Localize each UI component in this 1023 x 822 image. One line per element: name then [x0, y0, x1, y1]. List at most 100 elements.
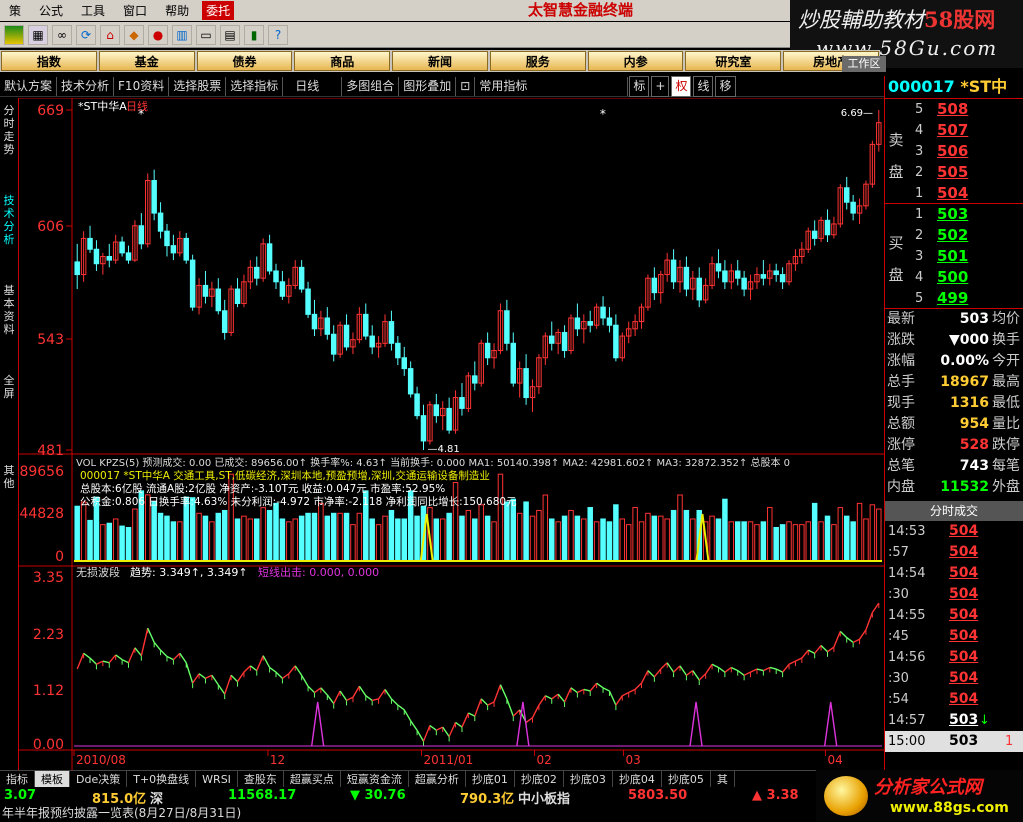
tech-analysis-button[interactable]: 技术分析 [57, 76, 115, 96]
overlay-button[interactable]: 图形叠加 [399, 76, 457, 96]
menu-item-help[interactable]: 帮助 [156, 2, 198, 19]
indicator-tab[interactable]: 指标 [0, 771, 35, 787]
help-icon[interactable]: ? [268, 24, 288, 45]
candle-body [651, 277, 658, 294]
indicator-tab[interactable]: T+0换盘线 [127, 771, 197, 787]
refresh-icon[interactable]: ⟳ [76, 24, 96, 45]
volume-bar [164, 515, 170, 562]
indicator-tab[interactable]: 短赢资金流 [341, 771, 409, 787]
chart-icon[interactable]: ▤ [220, 24, 240, 45]
move-button[interactable]: 移 [715, 75, 736, 97]
bars-icon[interactable]: ▮ [244, 24, 264, 45]
period-select[interactable]: 日线 [283, 76, 343, 96]
sell-level-2[interactable]: 2 505 [915, 162, 1015, 183]
trend-segment [551, 693, 559, 700]
indicator-tab[interactable]: 超赢分析 [409, 771, 466, 787]
volume-bar [119, 525, 125, 562]
volume-bar [311, 512, 318, 562]
ind-label: 3.35 [33, 570, 64, 586]
plus-button[interactable]: + [651, 75, 670, 97]
trend-segment [179, 652, 187, 664]
tick-row[interactable]: :30 504 [885, 584, 1023, 605]
volume-bar [619, 518, 626, 562]
volume-bar [715, 518, 722, 562]
nav-service[interactable]: 服务 [489, 51, 586, 71]
buy-level-3[interactable]: 3 501 [915, 246, 1015, 267]
indicator-tab[interactable]: 查股东 [238, 771, 284, 787]
sell-level-5[interactable]: 5 508 [915, 99, 1015, 120]
indicator-tab[interactable]: 抄底05 [662, 771, 711, 787]
tick-row[interactable]: :30 504 [885, 668, 1023, 689]
select-indicator-button[interactable]: 选择指标 [226, 76, 284, 96]
diamond-icon[interactable]: ◆ [124, 24, 144, 45]
menu-item-formula[interactable]: 公式 [30, 2, 72, 19]
nav-fund[interactable]: 基金 [98, 51, 195, 71]
indicator-tab[interactable]: 抄底02 [515, 771, 564, 787]
rights-button[interactable]: 权 [671, 75, 692, 97]
indicator-tab[interactable]: 模板 [35, 771, 70, 787]
tile-icon[interactable]: ▦ [28, 24, 48, 45]
f10-button[interactable]: F10资料 [114, 76, 170, 96]
menu-item-strategy[interactable]: 策 [0, 2, 30, 19]
chart-area[interactable]: 669 606 543 481 *ST中华A 日线 6.69— —4.81 * * VOL KPZS… [0, 98, 884, 770]
flag-icon[interactable] [4, 24, 24, 45]
mark-button[interactable]: 标 [629, 75, 650, 97]
price-label: 543 [37, 332, 64, 348]
indicator-tab[interactable]: 抄底04 [613, 771, 662, 787]
home-icon[interactable]: ⌂ [100, 24, 120, 45]
tick-row[interactable]: 15:00 503 1 [885, 731, 1023, 752]
trend-segment [249, 665, 258, 672]
tick-row[interactable]: 14:53 504 [885, 521, 1023, 542]
menu-item-trade[interactable]: 委托 [202, 1, 235, 20]
tick-row[interactable]: 14:56 504 [885, 647, 1023, 668]
volume-bar [581, 518, 587, 562]
stat-row: 现手 1316 最低 [887, 395, 1020, 411]
scheme-select[interactable]: 默认方案 [0, 76, 58, 96]
buy-level-4[interactable]: 4 500 [915, 267, 1015, 288]
indicator-tab[interactable]: 其 [711, 771, 735, 787]
nav-index[interactable]: 指数 [1, 51, 97, 71]
portfolio-icon[interactable]: ▥ [172, 24, 192, 45]
sell-level-4[interactable]: 4 507 [915, 120, 1015, 141]
select-stock-button[interactable]: 选择股票 [169, 76, 227, 96]
tick-header[interactable]: 分时成交 [885, 501, 1023, 521]
sell-level-1[interactable]: 1 504 [915, 183, 1015, 204]
lock-icon[interactable]: ⊡ [456, 76, 476, 96]
line-button[interactable]: 线 [693, 75, 714, 97]
work-area-button[interactable]: 工作区 [842, 56, 886, 72]
nav-insider[interactable]: 内参 [587, 51, 684, 71]
indicator-tab[interactable]: WRSI [196, 771, 238, 787]
f10-icon[interactable]: ● [148, 24, 168, 45]
indicator-tab[interactable]: 超赢买点 [284, 771, 341, 787]
nav-bond[interactable]: 债券 [196, 51, 293, 71]
buy-level-2[interactable]: 2 502 [915, 225, 1015, 246]
news-ticker[interactable]: 年半年报预约披露一览表(8月27日/8月31日) [0, 805, 820, 822]
tick-row[interactable]: 14:54 504 [885, 563, 1023, 584]
indicator-tab[interactable]: 抄底03 [564, 771, 613, 787]
buy-level-5[interactable]: 5 499 [915, 288, 1015, 309]
tick-row[interactable]: 14:55 504 [885, 605, 1023, 626]
volume-bar [209, 521, 215, 562]
nav-research[interactable]: 研究室 [685, 51, 782, 71]
nav-commodity[interactable]: 商品 [294, 51, 391, 71]
volume-bar [645, 512, 651, 562]
multi-chart-button[interactable]: 多图组合 [342, 76, 400, 96]
menu-item-window[interactable]: 窗口 [114, 2, 156, 19]
sell-level-3[interactable]: 3 506 [915, 141, 1015, 162]
tick-row[interactable]: :57 504 [885, 542, 1023, 563]
binoculars-icon[interactable]: ∞ [52, 24, 72, 45]
trend-segment [698, 673, 707, 681]
tick-row[interactable]: :45 504 [885, 626, 1023, 647]
menu-item-tools[interactable]: 工具 [72, 2, 114, 19]
indicator-tab[interactable]: Dde决策 [70, 771, 128, 787]
vol-label: 89656 [19, 464, 64, 480]
trend-segment [730, 666, 739, 672]
nav-news[interactable]: 新闻 [392, 51, 488, 71]
tick-row[interactable]: 14:57 503 ↓ [885, 710, 1023, 731]
window-icon[interactable]: ▭ [196, 24, 216, 45]
tick-row[interactable]: :54 504 [885, 689, 1023, 710]
buy-level-1[interactable]: 1 503 [915, 204, 1015, 225]
trend-segment [577, 688, 585, 694]
common-indicator-button[interactable]: 常用指标 [475, 76, 629, 96]
indicator-tab[interactable]: 抄底01 [466, 771, 515, 787]
